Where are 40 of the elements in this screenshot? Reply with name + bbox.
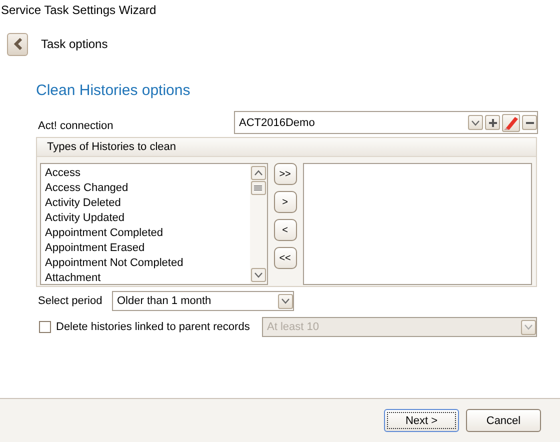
available-list[interactable]: Access Access Changed Activity Deleted Activity Updated Appointment Completed Appointment Erased Appointment Not Completed Attachment <box>40 163 268 285</box>
dialog-button[interactable]: Cancel <box>466 409 541 432</box>
scroll-down-icon[interactable] <box>254 272 263 278</box>
list-item[interactable]: Activity Updated <box>45 211 250 226</box>
section-heading: Clean Histories options <box>36 82 192 101</box>
plus-icon <box>488 118 496 126</box>
remove-button[interactable] <box>522 115 537 130</box>
list-item[interactable]: Appointment Not Completed <box>45 256 250 271</box>
chevron-left-icon <box>12 38 22 50</box>
scroll-thumb-icon[interactable] <box>254 185 262 191</box>
back-button[interactable] <box>7 32 28 56</box>
move-button[interactable]: << <box>274 247 297 269</box>
list-item[interactable]: Appointment Completed <box>45 226 250 241</box>
scroll-up-icon[interactable] <box>254 170 263 176</box>
dropdown-icon <box>521 320 536 334</box>
selected-list[interactable] <box>303 163 532 285</box>
move-button[interactable]: < <box>274 219 297 241</box>
add-button[interactable] <box>485 115 500 130</box>
period-dropdown[interactable]: Older than 1 month <box>112 291 294 311</box>
window-title: Service Task Settings Wizard <box>0 2 158 19</box>
checkbox-label: Delete histories linked to parent records <box>56 321 251 333</box>
list-item[interactable]: Attachment <box>45 271 250 286</box>
edit-button[interactable] <box>502 114 520 132</box>
dropdown-icon <box>278 294 293 308</box>
step-title: Task options <box>41 37 108 51</box>
connection-label: Act! connection <box>38 120 114 134</box>
panel-title: Types of Histories to clean <box>37 138 536 157</box>
move-button[interactable]: >> <box>274 163 297 185</box>
scrollbar[interactable] <box>250 164 267 284</box>
pencil-icon <box>503 114 519 130</box>
list-item[interactable]: Activity Deleted <box>45 196 250 211</box>
period-label: Select period <box>38 295 104 307</box>
list-item[interactable]: Access Changed <box>45 181 250 196</box>
dropdown-icon <box>468 115 483 130</box>
checkbox[interactable] <box>39 321 51 333</box>
dialog-button[interactable]: Next > <box>384 409 459 432</box>
list-item[interactable]: Appointment Erased <box>45 241 250 256</box>
list-item[interactable]: Access <box>45 166 250 181</box>
move-button[interactable]: > <box>274 191 297 213</box>
connection-dropdown[interactable]: ACT2016Demo <box>234 111 538 134</box>
